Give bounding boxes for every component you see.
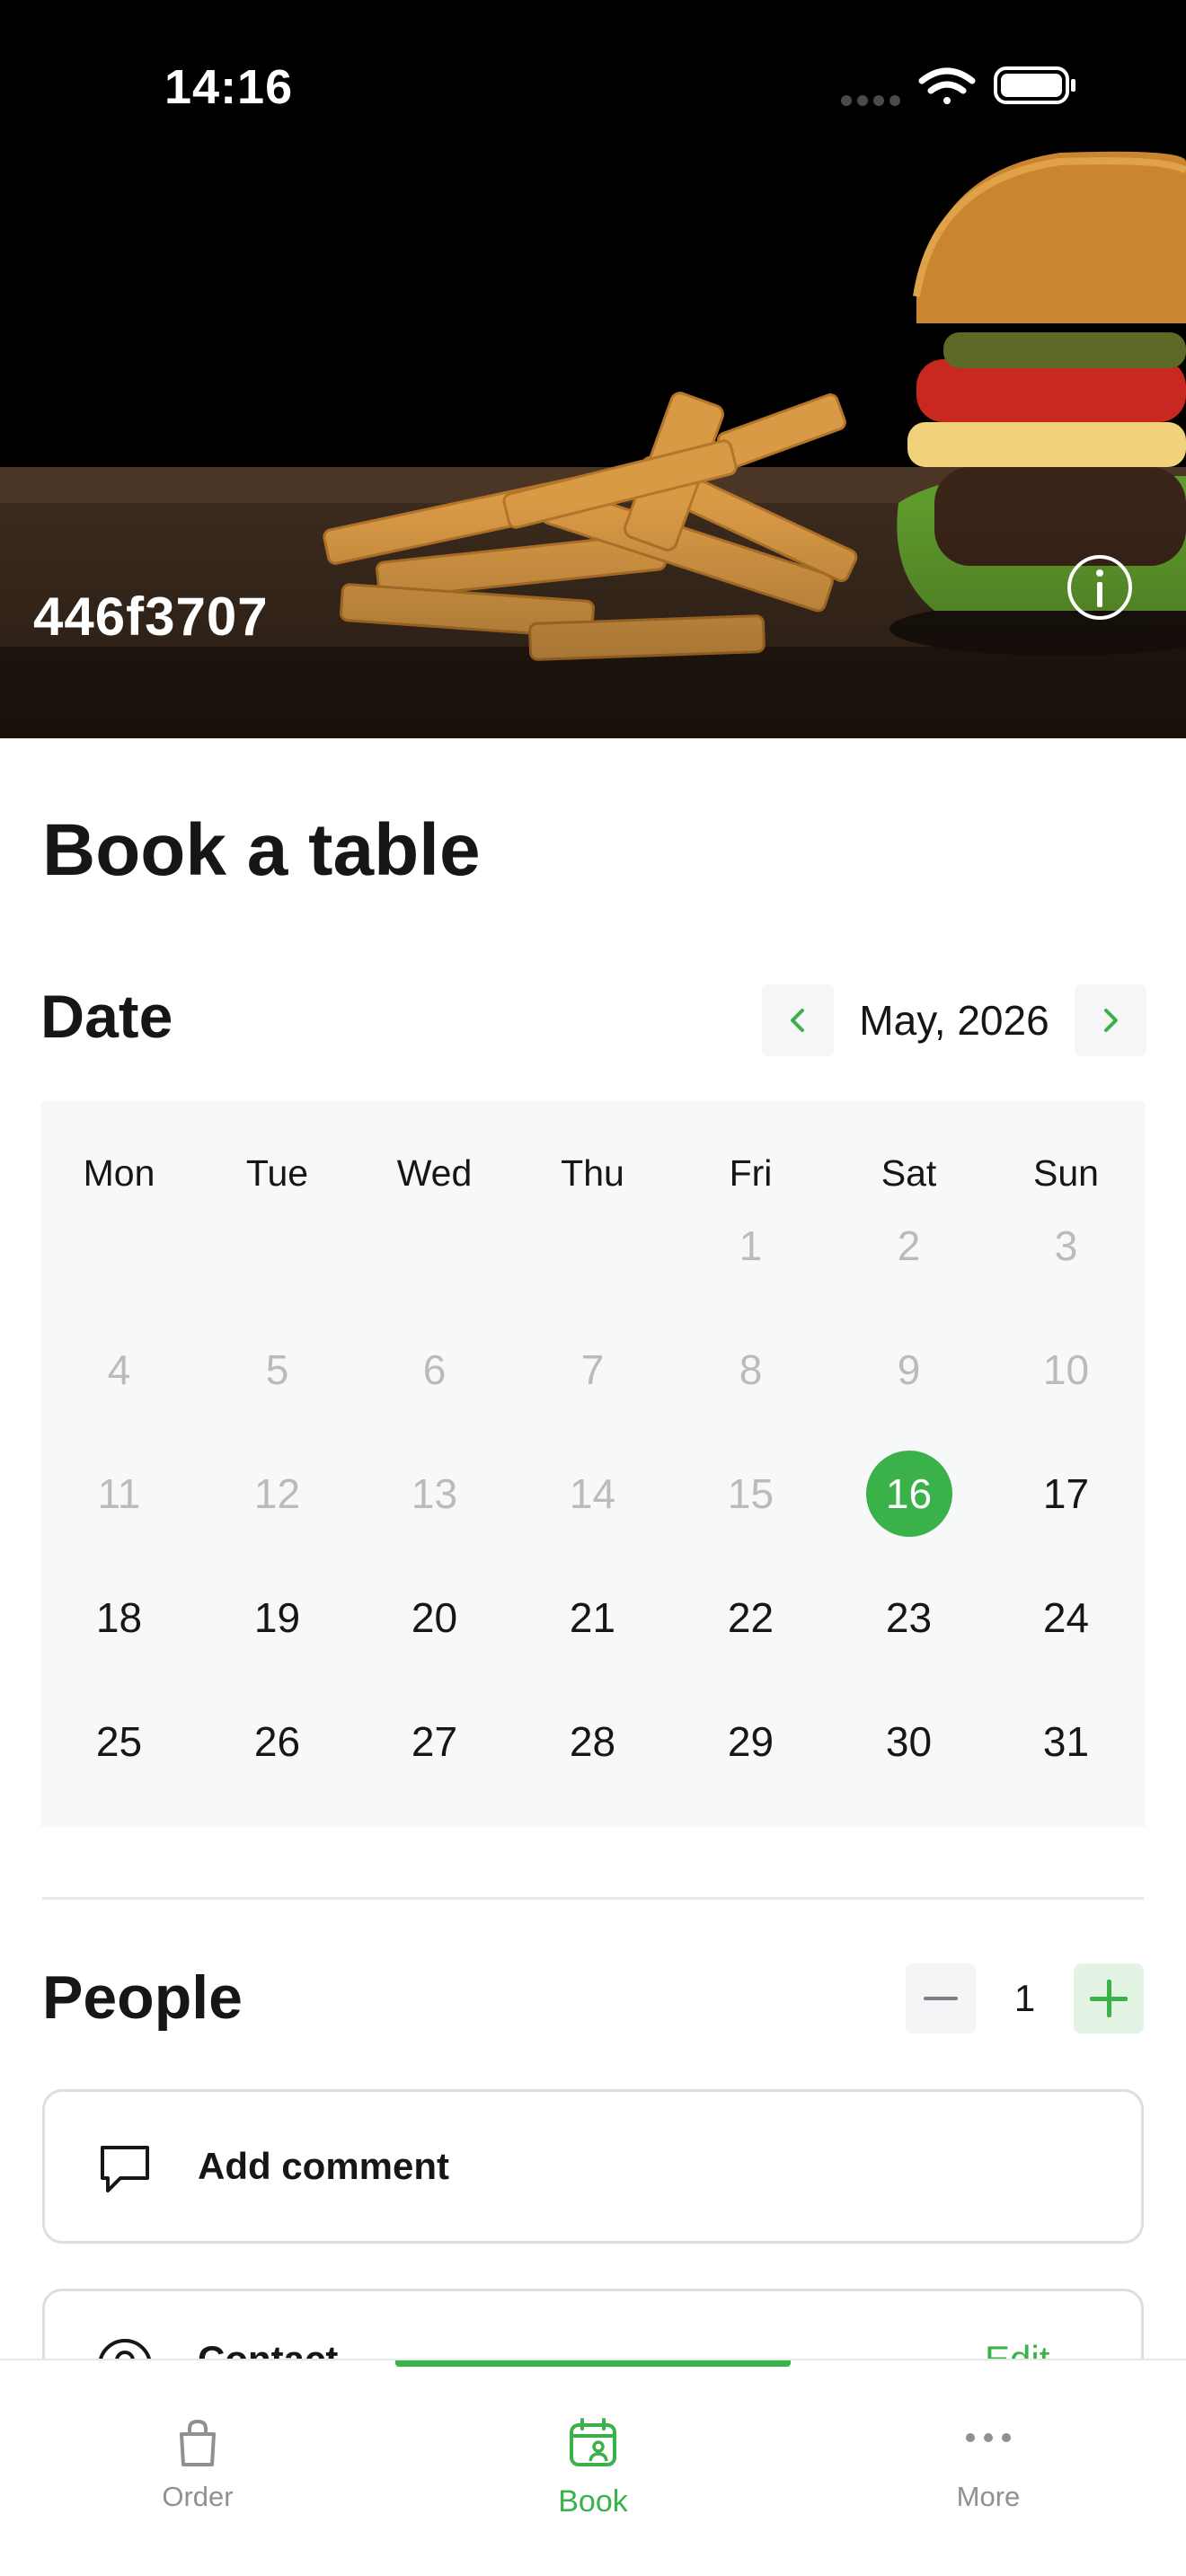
tab-order[interactable]: Order xyxy=(0,2391,395,2517)
status-time: 14:16 xyxy=(164,60,294,114)
calendar-grid: Mon Tue Wed Thu Fri Sat Sun 1 2 3 4 5 6 7 8 9 10 1… xyxy=(40,1101,1146,1827)
calendar-day[interactable]: 26 xyxy=(199,1683,356,1800)
calendar-day: 14 xyxy=(569,1470,616,1517)
month-label: May, 2026 xyxy=(859,997,1049,1044)
calendar-day[interactable]: 18 xyxy=(40,1559,198,1676)
calendar-day: 15 xyxy=(727,1470,774,1517)
plus-icon xyxy=(1090,1980,1128,2017)
people-count: 1 xyxy=(1013,1977,1036,2019)
calendar-day-selected[interactable]: 16 xyxy=(830,1435,987,1552)
tab-order-label: Order xyxy=(162,2481,234,2512)
people-section-title: People xyxy=(42,1963,243,2032)
calendar-day: 11 xyxy=(97,1470,141,1517)
more-dots-icon xyxy=(966,2433,1011,2442)
calendar-day[interactable]: 22 xyxy=(672,1559,829,1676)
calendar-day[interactable]: 25 xyxy=(40,1683,198,1800)
add-comment-label: Add comment xyxy=(198,2145,450,2187)
tab-book-label: Book xyxy=(558,2484,628,2519)
calendar-day[interactable]: 30 xyxy=(830,1683,987,1800)
calendar-day[interactable]: 28 xyxy=(514,1683,671,1800)
battery-icon xyxy=(994,66,1075,104)
tab-bar: Order Book More xyxy=(0,2359,1186,2576)
calendar-day: 3 xyxy=(1054,1222,1078,1269)
calendar-day[interactable]: 23 xyxy=(830,1559,987,1676)
calendar-day: 8 xyxy=(739,1346,763,1393)
calendar-day: 13 xyxy=(411,1470,458,1517)
tab-more[interactable]: More xyxy=(791,2391,1186,2517)
increase-people-button[interactable] xyxy=(1074,1963,1144,2033)
status-bar-icons xyxy=(841,66,1075,106)
weekday-label: Tue xyxy=(245,1152,309,1194)
calendar-day: 10 xyxy=(1042,1346,1090,1393)
chevron-left-icon xyxy=(791,1009,804,1032)
tab-more-label: More xyxy=(956,2481,1021,2512)
chevron-right-icon xyxy=(1104,1009,1118,1032)
page-title: Book a table xyxy=(42,809,481,891)
calendar-day: 4 xyxy=(107,1346,131,1393)
venue-name: 446f3707 xyxy=(33,587,269,647)
calendar-day[interactable]: 19 xyxy=(199,1559,356,1676)
selected-day-marker: 16 xyxy=(865,1451,952,1537)
people-stepper: 1 xyxy=(906,1963,1144,2033)
info-icon[interactable] xyxy=(1064,551,1136,623)
month-navigator: May, 2026 xyxy=(762,984,1146,1056)
weekday-label: Wed xyxy=(396,1152,473,1194)
calendar-day: 5 xyxy=(265,1346,289,1393)
calendar-day[interactable]: 17 xyxy=(987,1435,1145,1552)
calendar-day[interactable]: 20 xyxy=(356,1559,513,1676)
prev-month-button[interactable] xyxy=(762,984,834,1056)
calendar-person-icon xyxy=(570,2418,616,2466)
bag-icon xyxy=(180,2419,216,2466)
comment-icon xyxy=(101,2146,149,2192)
weekday-label: Thu xyxy=(561,1152,624,1194)
minus-icon xyxy=(924,1997,958,2000)
active-tab-indicator xyxy=(395,2360,791,2367)
calendar-day: 6 xyxy=(422,1346,447,1393)
hero-banner: 14:16 446f3707 xyxy=(0,0,1186,738)
calendar-day[interactable]: 29 xyxy=(672,1683,829,1800)
calendar-day[interactable]: 24 xyxy=(987,1559,1145,1676)
calendar-day: 1 xyxy=(739,1222,763,1269)
decrease-people-button[interactable] xyxy=(906,1963,976,2033)
tab-book[interactable]: Book xyxy=(395,2391,791,2519)
next-month-button[interactable] xyxy=(1075,984,1146,1056)
calendar-day[interactable]: 21 xyxy=(514,1559,671,1676)
wifi-icon xyxy=(918,67,976,104)
calendar-day: 7 xyxy=(580,1346,605,1393)
date-section-title: Date xyxy=(40,983,173,1051)
add-comment-button[interactable]: Add comment xyxy=(42,2089,1144,2244)
cellular-icon xyxy=(841,95,900,106)
calendar-day[interactable]: 27 xyxy=(356,1683,513,1800)
calendar-day: 2 xyxy=(897,1222,921,1269)
section-divider xyxy=(42,1897,1144,1900)
calendar-day[interactable]: 31 xyxy=(987,1683,1145,1800)
weekday-label: Mon xyxy=(83,1152,155,1194)
calendar-day: 12 xyxy=(253,1470,301,1517)
calendar-day: 9 xyxy=(897,1346,921,1393)
